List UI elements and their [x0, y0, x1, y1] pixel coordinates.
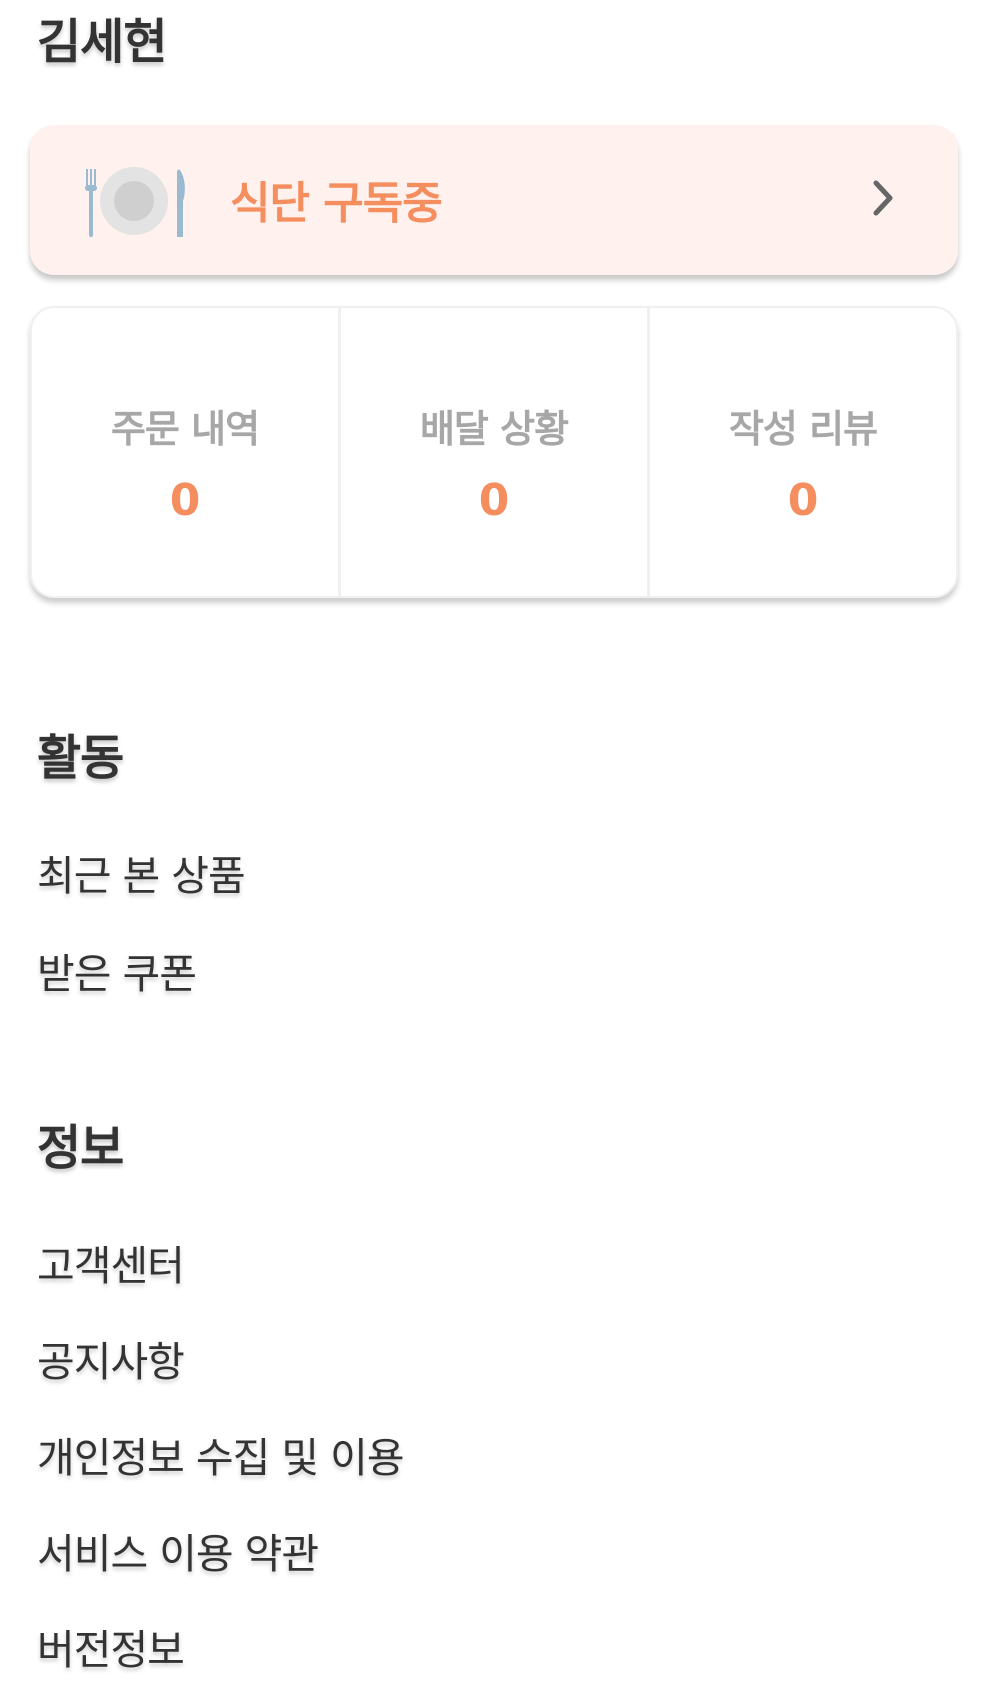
stat-label: 작성 리뷰 [728, 407, 878, 451]
menu-item-version[interactable]: 버전정보 [37, 1616, 185, 1676]
menu-item-coupons[interactable]: 받은 쿠폰 [37, 940, 197, 1000]
order-stats-card: 주문 내역 0 배달 상황 0 작성 리뷰 0 [30, 306, 958, 598]
stat-reviews[interactable]: 작성 리뷰 0 [647, 308, 956, 596]
section-title-activity: 활동 [37, 730, 124, 786]
user-name: 김세현 [37, 14, 167, 70]
menu-item-privacy[interactable]: 개인정보 수집 및 이용 [37, 1424, 405, 1484]
stat-value: 0 [787, 475, 819, 526]
subscription-card[interactable]: 식단 구독중 [30, 125, 958, 275]
menu-item-terms[interactable]: 서비스 이용 약관 [37, 1520, 319, 1580]
stat-value: 0 [478, 475, 510, 526]
menu-item-customer-center[interactable]: 고객센터 [37, 1232, 185, 1292]
menu-item-recent-products[interactable]: 최근 본 상품 [37, 842, 246, 902]
plate-fork-knife-icon [85, 167, 185, 237]
menu-item-notices[interactable]: 공지사항 [37, 1328, 185, 1388]
section-title-info: 정보 [37, 1120, 124, 1176]
chevron-right-icon[interactable] [868, 175, 898, 221]
stat-value: 0 [169, 475, 201, 526]
stat-label: 주문 내역 [110, 407, 260, 451]
stat-label: 배달 상황 [419, 407, 569, 451]
stat-delivery[interactable]: 배달 상황 0 [338, 308, 647, 596]
subscription-label: 식단 구독중 [230, 178, 443, 229]
stat-orders[interactable]: 주문 내역 0 [32, 308, 338, 596]
